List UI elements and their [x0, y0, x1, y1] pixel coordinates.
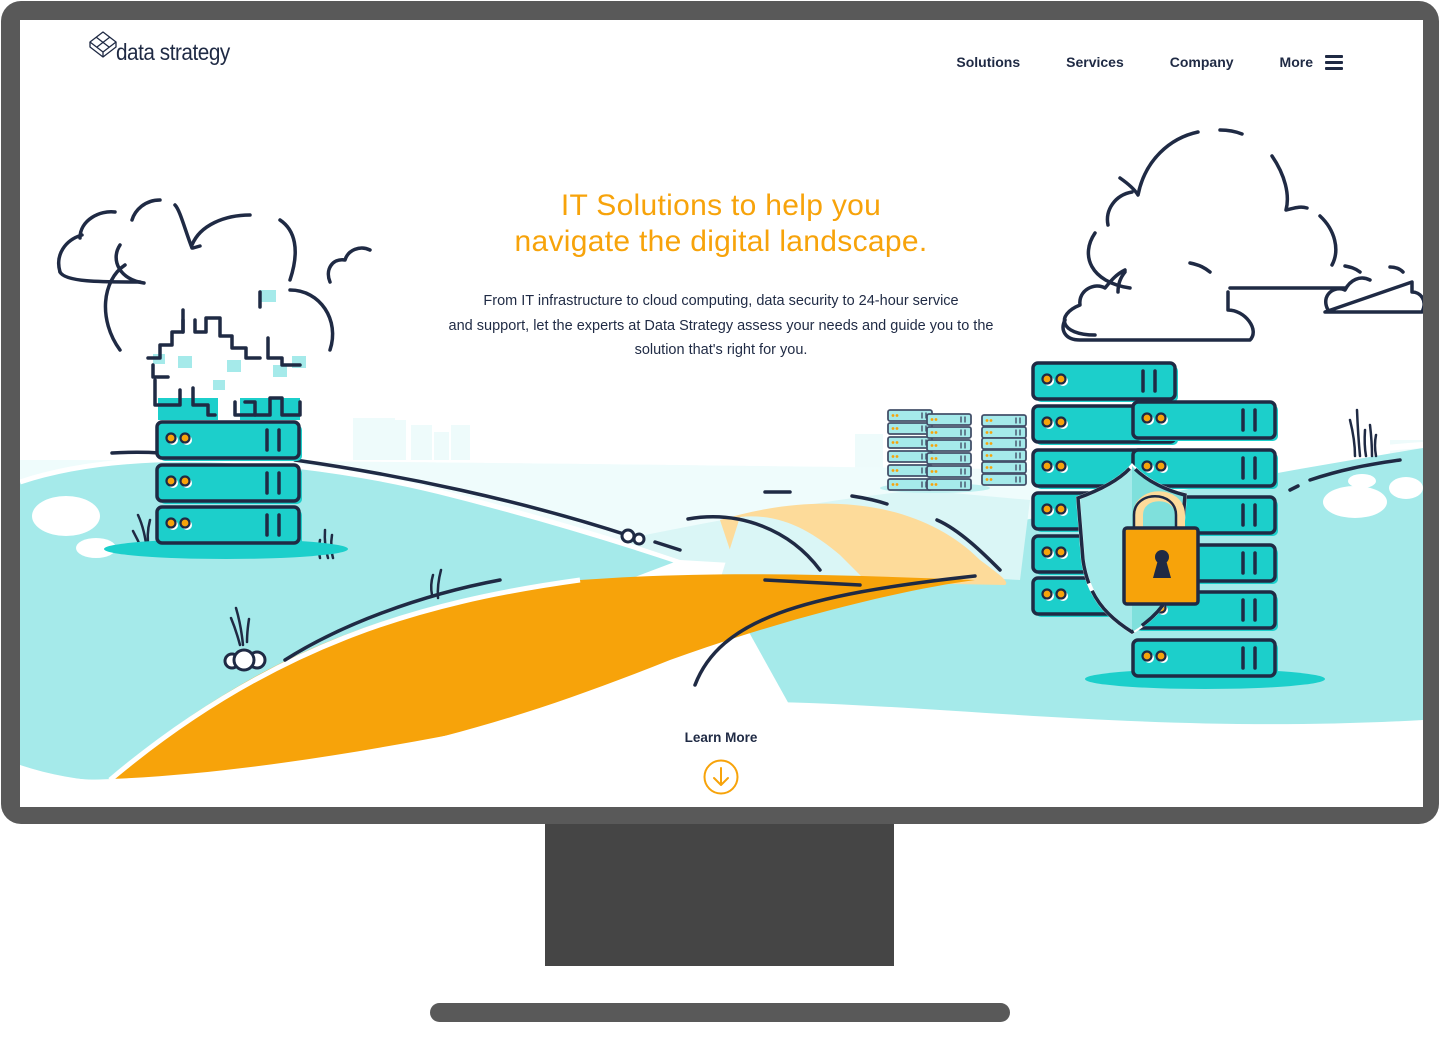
hamburger-icon [1325, 54, 1343, 70]
hero-description-line-2: and support, let the experts at Data Str… [448, 317, 994, 334]
monitor-stand-neck [545, 824, 894, 966]
learn-more-button[interactable]: Learn More [661, 730, 781, 795]
hero-description-line-3: solution that's right for you. [634, 342, 808, 358]
distant-servers [880, 409, 1027, 493]
hero-title-line-2: navigate the digital landscape. [514, 225, 928, 258]
cube-icon [89, 31, 117, 58]
nav-item-solutions[interactable]: Solutions [956, 54, 1020, 70]
hero-section: IT Solutions to help you navigate the di… [371, 188, 1071, 363]
main-nav: Solutions Services Company More [956, 54, 1343, 70]
brand-name: data strategy [116, 39, 230, 65]
hero-description: From IT infrastructure to cloud computin… [371, 289, 1071, 363]
hero-description-line-1: From IT infrastructure to cloud computin… [483, 293, 959, 309]
hero-illustration [20, 128, 1423, 807]
more-menu-button[interactable]: More [1280, 54, 1343, 70]
hero-title-line-1: IT Solutions to help you [560, 189, 882, 222]
more-menu-label: More [1279, 54, 1313, 70]
nav-item-services[interactable]: Services [1066, 54, 1124, 70]
monitor-screen: data strategy Solutions Services Company… [20, 20, 1423, 807]
hero-title: IT Solutions to help you navigate the di… [371, 188, 1071, 260]
learn-more-label: Learn More [684, 730, 758, 745]
brand-logo[interactable]: data strategy [88, 30, 242, 65]
nav-item-company[interactable]: Company [1170, 54, 1234, 70]
arrow-down-circle-icon[interactable] [703, 759, 739, 795]
monitor-stand-base [430, 1003, 1010, 1022]
top-navigation-bar: data strategy Solutions Services Company… [20, 20, 1423, 110]
monitor-frame: data strategy Solutions Services Company… [1, 1, 1439, 824]
